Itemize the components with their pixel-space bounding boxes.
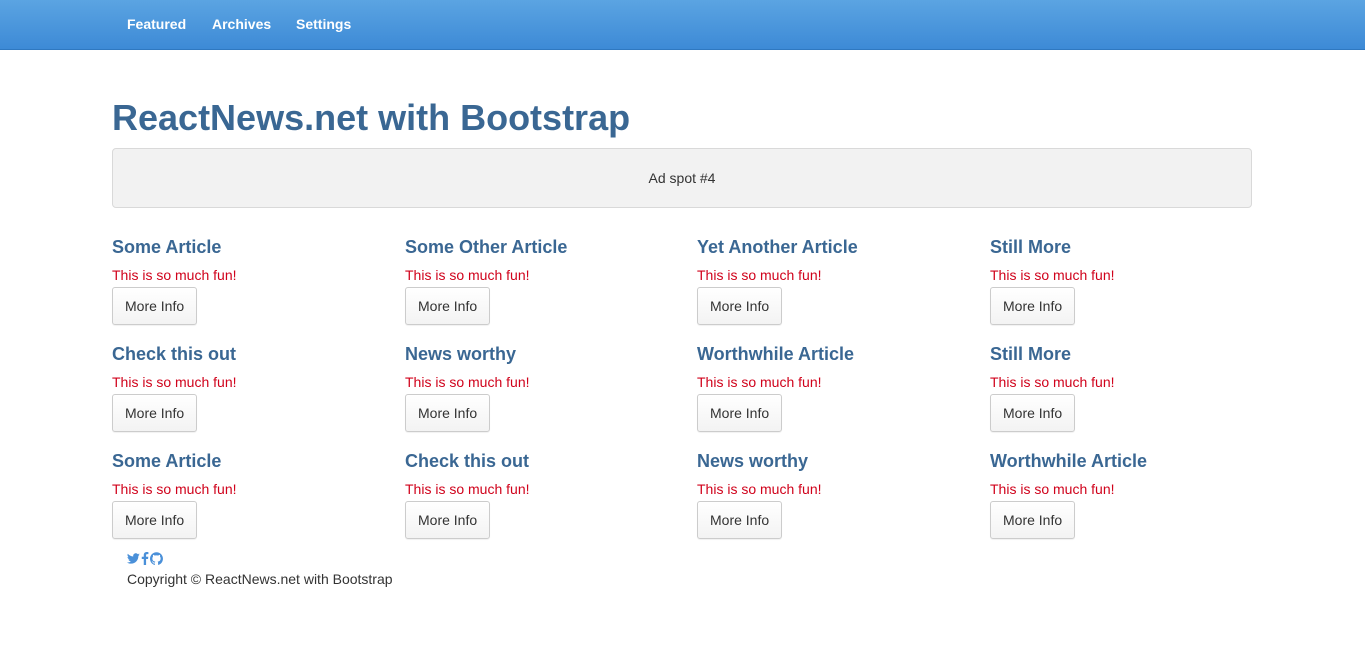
article-card: Check this out This is so much fun! More…: [405, 451, 685, 558]
ad-spot-label: Ad spot #4: [648, 170, 716, 186]
article-description: This is so much fun!: [697, 481, 822, 497]
article-card: Check this out This is so much fun! More…: [112, 344, 392, 451]
nav-featured[interactable]: Featured: [127, 16, 186, 32]
article-card: Still More This is so much fun! More Inf…: [990, 237, 1270, 344]
article-description: This is so much fun!: [405, 374, 530, 390]
article-card: News worthy This is so much fun! More In…: [697, 451, 977, 558]
article-description: This is so much fun!: [990, 481, 1115, 497]
social-links: [126, 551, 163, 565]
article-card: Some Other Article This is so much fun! …: [405, 237, 685, 344]
article-description: This is so much fun!: [405, 267, 530, 283]
more-info-button[interactable]: More Info: [112, 501, 198, 539]
nav-settings[interactable]: Settings: [296, 16, 351, 32]
copyright-text: Copyright © ReactNews.net with Bootstrap: [127, 571, 393, 587]
article-description: This is so much fun!: [697, 267, 822, 283]
github-icon[interactable]: [150, 551, 163, 565]
more-info-button[interactable]: More Info: [697, 394, 783, 432]
twitter-icon[interactable]: [126, 552, 140, 565]
article-title[interactable]: Worthwhile Article: [697, 344, 854, 365]
more-info-button[interactable]: More Info: [990, 287, 1076, 325]
top-navbar: Featured Archives Settings: [0, 0, 1365, 50]
facebook-icon[interactable]: [141, 551, 149, 565]
article-description: This is so much fun!: [990, 374, 1115, 390]
article-card: Some Article This is so much fun! More I…: [112, 237, 392, 344]
article-title[interactable]: Still More: [990, 344, 1071, 365]
article-title[interactable]: Some Article: [112, 237, 221, 258]
article-card: Still More This is so much fun! More Inf…: [990, 344, 1270, 451]
article-card: News worthy This is so much fun! More In…: [405, 344, 685, 451]
nav-archives[interactable]: Archives: [212, 16, 271, 32]
article-title[interactable]: Some Other Article: [405, 237, 567, 258]
article-title[interactable]: Check this out: [405, 451, 529, 472]
article-description: This is so much fun!: [112, 267, 237, 283]
more-info-button[interactable]: More Info: [112, 287, 198, 325]
page-title: ReactNews.net with Bootstrap: [112, 97, 631, 138]
article-title[interactable]: Some Article: [112, 451, 221, 472]
article-description: This is so much fun!: [990, 267, 1115, 283]
article-title[interactable]: Worthwhile Article: [990, 451, 1147, 472]
article-description: This is so much fun!: [697, 374, 822, 390]
article-title[interactable]: Still More: [990, 237, 1071, 258]
more-info-button[interactable]: More Info: [697, 287, 783, 325]
ad-spot[interactable]: Ad spot #4: [112, 148, 1252, 208]
more-info-button[interactable]: More Info: [990, 394, 1076, 432]
article-description: This is so much fun!: [112, 481, 237, 497]
more-info-button[interactable]: More Info: [990, 501, 1076, 539]
more-info-button[interactable]: More Info: [112, 394, 198, 432]
article-title[interactable]: Check this out: [112, 344, 236, 365]
article-description: This is so much fun!: [112, 374, 237, 390]
article-title[interactable]: News worthy: [697, 451, 808, 472]
more-info-button[interactable]: More Info: [697, 501, 783, 539]
article-title[interactable]: News worthy: [405, 344, 516, 365]
article-card: Worthwhile Article This is so much fun! …: [697, 344, 977, 451]
article-card: Yet Another Article This is so much fun!…: [697, 237, 977, 344]
more-info-button[interactable]: More Info: [405, 394, 491, 432]
article-title[interactable]: Yet Another Article: [697, 237, 858, 258]
article-card: Some Article This is so much fun! More I…: [112, 451, 392, 558]
more-info-button[interactable]: More Info: [405, 287, 491, 325]
article-card: Worthwhile Article This is so much fun! …: [990, 451, 1270, 558]
article-description: This is so much fun!: [405, 481, 530, 497]
more-info-button[interactable]: More Info: [405, 501, 491, 539]
